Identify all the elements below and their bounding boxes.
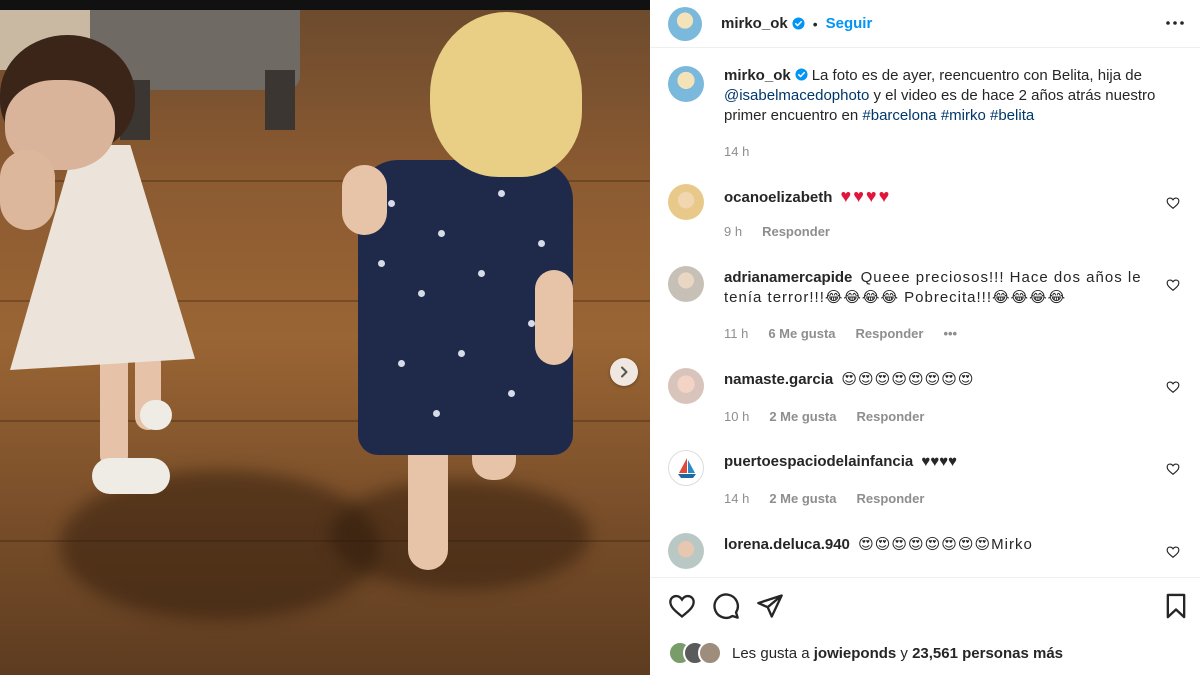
comments-list[interactable]: mirko_ok La foto es de ayer, reencuentro … (650, 48, 1200, 578)
comment-likes[interactable]: 2 Me gusta (769, 409, 836, 424)
reply-button[interactable]: Responder (856, 326, 924, 341)
comment-text: 😍😍😍😍😍😍😍😍Mirko (858, 536, 1033, 553)
hashtag-link[interactable]: #mirko (941, 107, 986, 124)
comment-username[interactable]: namaste.garcia (724, 371, 833, 388)
liker-avatars (668, 641, 724, 665)
sailboat-logo-icon (678, 458, 696, 478)
comment-timestamp: 10 h (724, 409, 750, 424)
avatar[interactable] (668, 533, 704, 569)
floor-shadow (330, 480, 590, 590)
bookmark-icon[interactable] (1162, 592, 1190, 620)
comment-username[interactable]: ocanoelizabeth (724, 189, 832, 206)
comment-username[interactable]: puertoespaciodelainfancia (724, 453, 913, 470)
child-arm (0, 150, 55, 230)
child-leg (100, 350, 128, 470)
media-top-band (0, 0, 650, 10)
avatar[interactable] (668, 184, 704, 220)
couch-leg (265, 70, 295, 130)
comment-timestamp: 11 h (724, 326, 749, 341)
next-media-button[interactable] (610, 358, 638, 386)
post-username[interactable]: mirko_ok (721, 15, 788, 32)
comment-text: ♥♥♥♥ (840, 186, 892, 206)
reply-button[interactable]: Responder (762, 224, 830, 239)
share-icon[interactable] (756, 592, 784, 620)
comment-likes[interactable]: 6 Me gusta (768, 326, 835, 341)
hashtag-link[interactable]: #belita (990, 107, 1034, 124)
caption-mention-link[interactable]: @isabelmacedophoto (724, 87, 869, 104)
caption-text: La foto es de ayer, reencuentro con Beli… (811, 67, 1142, 84)
avatar[interactable] (668, 450, 704, 486)
hashtag-link[interactable]: #barcelona (862, 107, 936, 124)
post-header: mirko_ok • Seguir (650, 0, 1200, 48)
comment-likes[interactable]: 2 Me gusta (769, 491, 836, 506)
child-arm (342, 165, 387, 235)
comment-username[interactable]: adrianamercapide (724, 269, 852, 286)
heart-icon[interactable] (1166, 380, 1180, 394)
avatar[interactable] (668, 6, 702, 41)
verified-badge-icon (792, 17, 805, 30)
post-sidebar: mirko_ok • Seguir mirko_ok La foto es de … (650, 0, 1200, 675)
avatar[interactable] (668, 368, 704, 404)
comment-username[interactable]: lorena.deluca.940 (724, 536, 850, 553)
likes-joiner: y (900, 644, 908, 662)
heart-icon[interactable] (668, 592, 696, 620)
heart-icon[interactable] (1166, 278, 1180, 292)
child-shoe (140, 400, 172, 430)
verified-badge-icon (795, 68, 808, 81)
follow-button[interactable]: Seguir (826, 15, 873, 32)
caption-username[interactable]: mirko_ok (724, 67, 791, 84)
avatar[interactable] (668, 66, 704, 102)
caption-timestamp: 14 h (724, 144, 750, 159)
comment-timestamp: 9 h (724, 224, 743, 239)
avatar (698, 641, 722, 665)
post-media (0, 0, 650, 675)
likes-count[interactable]: 23,561 personas más (912, 645, 1063, 662)
comment-options-button[interactable]: ••• (943, 326, 957, 341)
heart-icon[interactable] (1166, 462, 1180, 476)
more-horizontal-icon[interactable] (1164, 12, 1186, 34)
liker-username[interactable]: jowieponds (814, 645, 897, 662)
heart-icon[interactable] (1166, 196, 1180, 210)
avatar[interactable] (668, 266, 704, 302)
likes-prefix: Les gusta a (732, 644, 810, 662)
comment-icon[interactable] (712, 592, 740, 620)
comment-text: 😍😍😍😍😍😍😍😍 (841, 371, 975, 388)
chevron-right-icon (621, 366, 628, 378)
reply-button[interactable]: Responder (857, 409, 925, 424)
child-hair (430, 12, 582, 177)
child-shoe (92, 458, 170, 494)
separator-dot: • (812, 15, 818, 32)
comment-timestamp: 14 h (724, 491, 750, 506)
post-actions (668, 592, 1188, 622)
child-arm (535, 270, 573, 365)
comment-text: ♥♥♥♥ (921, 453, 958, 470)
reply-button[interactable]: Responder (857, 491, 925, 506)
likes-summary: Les gusta a jowieponds y 23,561 personas… (668, 640, 1063, 666)
heart-icon[interactable] (1166, 545, 1180, 559)
